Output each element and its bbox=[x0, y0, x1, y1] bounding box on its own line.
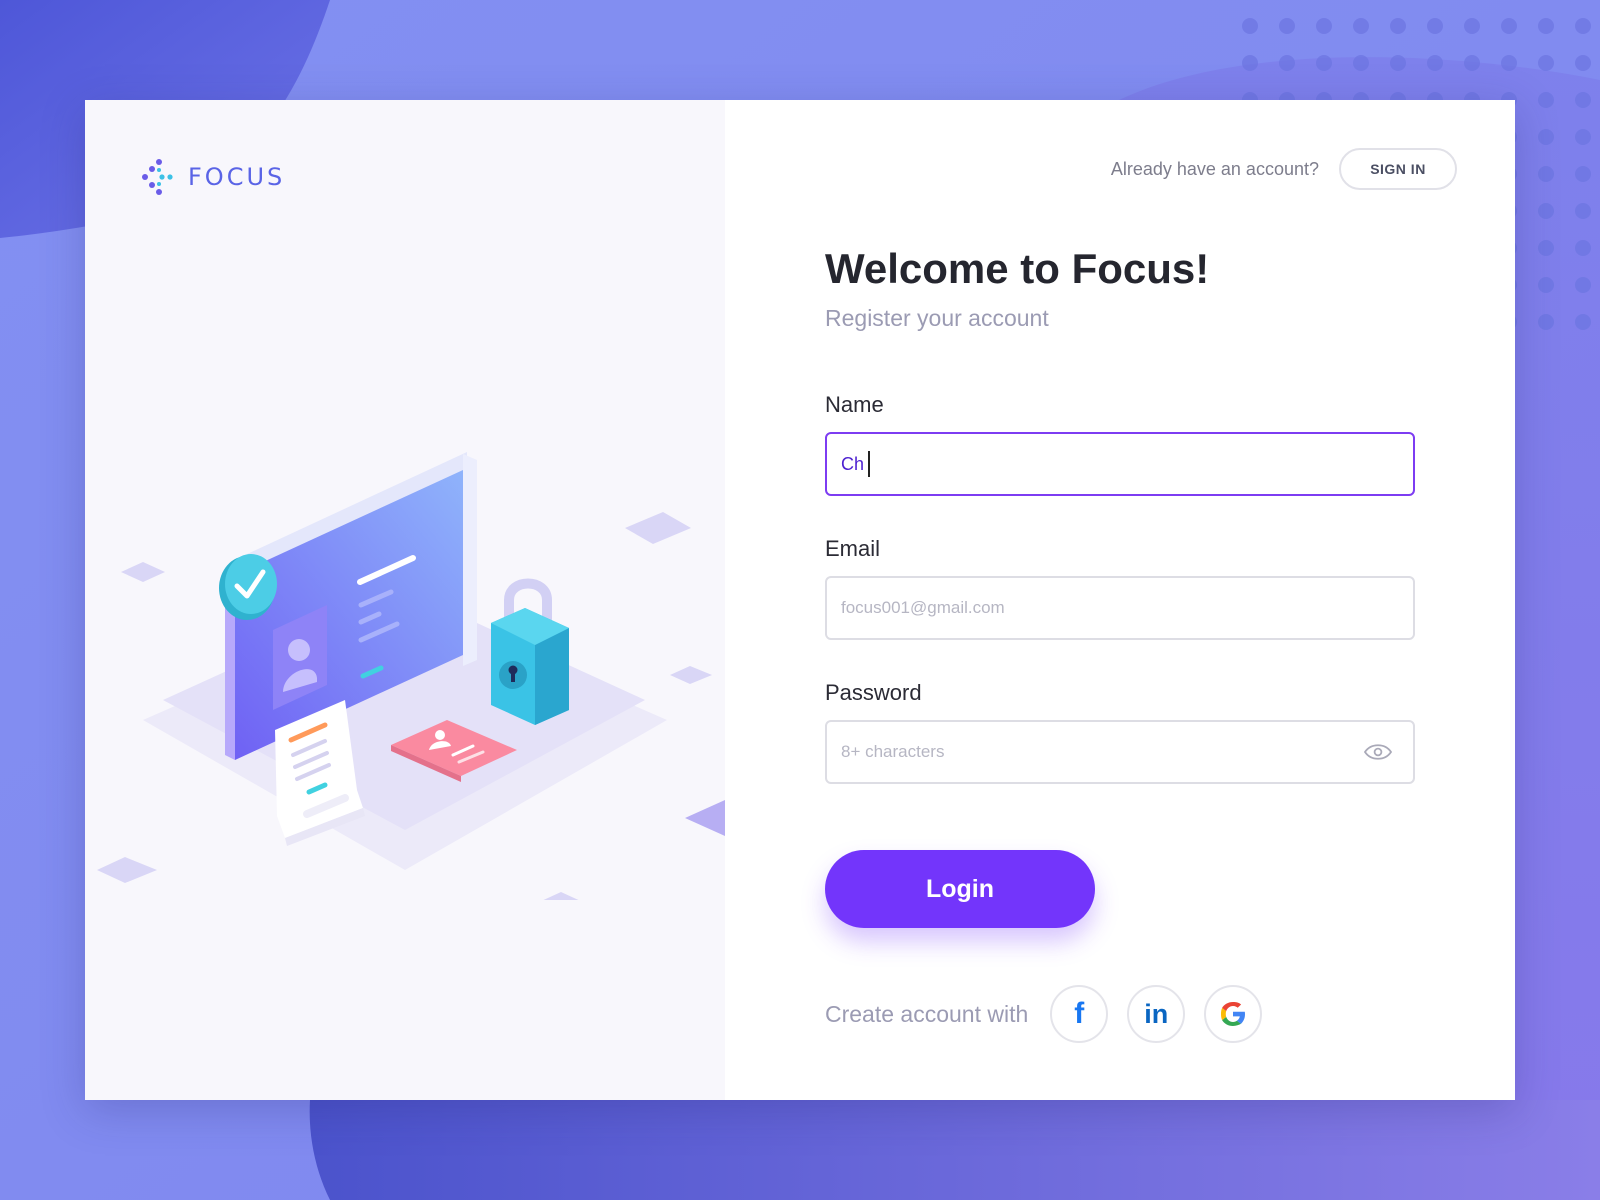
decor-dot bbox=[1575, 129, 1591, 145]
decor-dot bbox=[1538, 18, 1554, 34]
password-placeholder: 8+ characters bbox=[841, 742, 945, 761]
decor-dot bbox=[1538, 92, 1554, 108]
illustration-panel: FOCUS bbox=[85, 100, 725, 1100]
decor-dot bbox=[1464, 55, 1480, 71]
decor-dot bbox=[1575, 166, 1591, 182]
decor-dot bbox=[1353, 18, 1369, 34]
name-input-value: Ch bbox=[841, 453, 865, 474]
google-button[interactable] bbox=[1204, 985, 1263, 1043]
security-illustration bbox=[97, 452, 725, 900]
brand-logo: FOCUS bbox=[140, 158, 285, 196]
decor-dot bbox=[1279, 18, 1295, 34]
email-label: Email bbox=[825, 536, 881, 561]
focus-logo-icon bbox=[142, 159, 173, 195]
eye-icon[interactable] bbox=[1363, 742, 1393, 762]
decor-dot bbox=[1575, 92, 1591, 108]
page-subtitle: Register your account bbox=[825, 305, 1049, 331]
decor-dot bbox=[1538, 314, 1554, 330]
linkedin-button[interactable]: in bbox=[1127, 985, 1186, 1043]
password-label: Password bbox=[825, 680, 922, 705]
sign-in-button[interactable]: SIGN IN bbox=[1339, 148, 1457, 190]
decor-dot bbox=[1538, 277, 1554, 293]
decor-dot bbox=[1279, 55, 1295, 71]
email-input[interactable]: focus001@gmail.com bbox=[825, 576, 1415, 640]
decor-dot bbox=[1538, 203, 1554, 219]
decor-dot bbox=[1242, 55, 1258, 71]
decor-dot bbox=[1538, 129, 1554, 145]
decor-dot bbox=[1316, 18, 1332, 34]
decor-dot bbox=[1575, 203, 1591, 219]
text-caret bbox=[868, 451, 871, 477]
password-input[interactable]: 8+ characters bbox=[825, 720, 1415, 784]
name-input[interactable]: Ch bbox=[825, 432, 1415, 496]
decor-dot bbox=[1538, 55, 1554, 71]
decor-dot bbox=[1575, 277, 1591, 293]
decor-dot bbox=[1538, 240, 1554, 256]
decor-dot bbox=[1390, 55, 1406, 71]
social-signup-row: Create account with f in bbox=[825, 985, 1281, 1043]
login-button[interactable]: Login bbox=[825, 850, 1095, 928]
email-placeholder: focus001@gmail.com bbox=[841, 598, 1005, 617]
decor-dot bbox=[1575, 314, 1591, 330]
signin-bar: Already have an account? SIGN IN bbox=[1111, 148, 1457, 190]
decor-dot bbox=[1242, 18, 1258, 34]
decor-dot bbox=[1464, 18, 1480, 34]
create-account-text: Create account with bbox=[825, 1000, 1029, 1027]
linkedin-icon: in bbox=[1144, 998, 1169, 1029]
decor-dot bbox=[1427, 55, 1443, 71]
decor-dot bbox=[1316, 55, 1332, 71]
decor-dot bbox=[1390, 18, 1406, 34]
name-label: Name bbox=[825, 392, 884, 417]
brand-name: FOCUS bbox=[188, 163, 286, 191]
decor-dot bbox=[1501, 55, 1517, 71]
page-title: Welcome to Focus! bbox=[825, 245, 1210, 292]
decor-dot bbox=[1575, 55, 1591, 71]
decor-dot bbox=[1538, 166, 1554, 182]
decor-dot bbox=[1353, 55, 1369, 71]
google-icon bbox=[1221, 1002, 1246, 1026]
form-panel: Already have an account? SIGN IN Welcome… bbox=[725, 100, 1515, 1100]
decor-dot bbox=[1575, 18, 1591, 34]
decor-dot bbox=[1427, 18, 1443, 34]
facebook-icon: f bbox=[1074, 997, 1085, 1030]
facebook-button[interactable]: f bbox=[1050, 985, 1109, 1043]
decor-dot bbox=[1575, 240, 1591, 256]
signup-card: FOCUS Already have an account? SIGN IN W… bbox=[85, 100, 1515, 1100]
already-account-text: Already have an account? bbox=[1110, 158, 1319, 179]
decor-dot bbox=[1501, 18, 1517, 34]
